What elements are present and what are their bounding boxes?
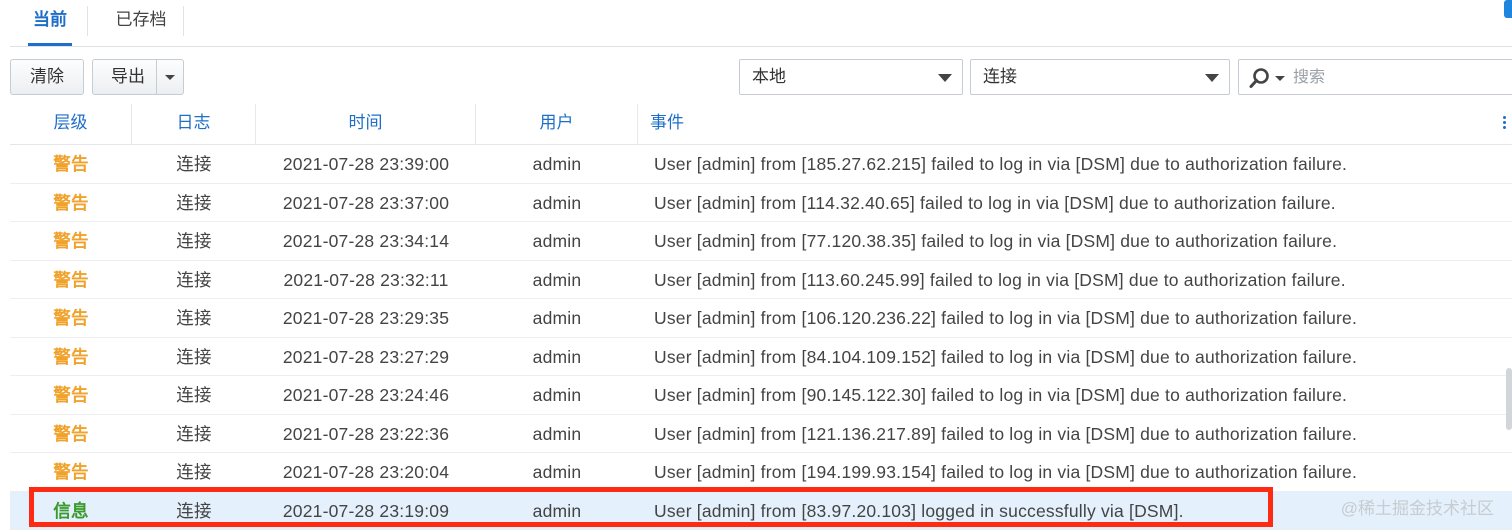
column-header-event[interactable]: 事件 bbox=[638, 104, 1512, 144]
watermark-text: @稀土掘金技术社区 bbox=[1340, 499, 1494, 518]
log-cell: 连接 bbox=[176, 346, 212, 367]
log-cell: 连接 bbox=[176, 462, 212, 482]
location-select[interactable]: 本地 bbox=[739, 59, 963, 95]
user-cell: admin bbox=[532, 385, 582, 405]
log-cell: 连接 bbox=[176, 500, 212, 521]
time-cell: 2021-07-28 23:39:00 bbox=[282, 154, 450, 174]
time-cell: 2021-07-28 23:20:04 bbox=[282, 462, 450, 482]
user-cell: admin bbox=[532, 269, 582, 290]
log-cell: 连接 bbox=[176, 231, 212, 251]
user-cell: admin bbox=[532, 500, 582, 521]
level-cell: 警告 bbox=[53, 269, 89, 290]
user-cell: admin bbox=[532, 154, 582, 174]
level-cell: 警告 bbox=[53, 231, 89, 251]
log-cell: 连接 bbox=[176, 308, 212, 328]
time-cell: 2021-07-28 23:34:14 bbox=[282, 231, 450, 251]
time-cell: 2021-07-28 23:22:36 bbox=[282, 423, 450, 444]
table-row[interactable]: 警告 连接 2021-07-28 23:20:04 admin User [admin]… bbox=[10, 453, 1512, 492]
log-type-select[interactable]: 连接 bbox=[970, 59, 1230, 95]
time-cell: 2021-07-28 23:19:09 bbox=[282, 500, 450, 521]
event-cell: User [admin] from [84.104.109.152] faile… bbox=[654, 346, 1358, 367]
table-row[interactable]: 警告 连接 2021-07-28 23:32:11 admin User [admin]… bbox=[10, 261, 1512, 299]
clear-button[interactable]: 清除 bbox=[10, 59, 84, 95]
log-cell: 连接 bbox=[176, 192, 212, 213]
user-cell: admin bbox=[532, 423, 582, 444]
level-cell: 警告 bbox=[53, 192, 89, 213]
event-cell: User [admin] from [194.199.93.154] faile… bbox=[654, 462, 1358, 482]
user-cell: admin bbox=[532, 192, 582, 213]
tab-current[interactable]: 当前 bbox=[18, 0, 82, 46]
time-cell: 2021-07-28 23:29:35 bbox=[282, 308, 450, 328]
time-cell: 2021-07-28 23:37:00 bbox=[282, 192, 450, 213]
user-cell: admin bbox=[532, 308, 582, 328]
time-cell: 2021-07-28 23:27:29 bbox=[282, 346, 450, 367]
search-input[interactable] bbox=[1291, 64, 1495, 92]
level-cell: 警告 bbox=[53, 462, 89, 482]
user-cell: admin bbox=[532, 346, 582, 367]
export-button[interactable]: 导出 bbox=[92, 59, 184, 95]
event-cell: User [admin] from [113.60.245.99] failed… bbox=[654, 269, 1346, 290]
tab-bar: 当前 已存档 bbox=[10, 0, 1512, 47]
column-header-level[interactable]: 层级 bbox=[10, 104, 132, 144]
search-box[interactable] bbox=[1238, 59, 1512, 95]
table-header: 层级 日志 时间 用户 事件 bbox=[10, 104, 1512, 145]
column-menu-icon[interactable] bbox=[1503, 116, 1506, 130]
corner-button[interactable] bbox=[1504, 0, 1512, 18]
user-cell: admin bbox=[532, 231, 582, 251]
tab-divider bbox=[183, 6, 184, 36]
export-button-label: 导出 bbox=[111, 67, 145, 86]
log-table-body: 警告 连接 2021-07-28 23:39:00 admin User [admin]… bbox=[10, 145, 1512, 530]
search-icon[interactable] bbox=[1249, 67, 1271, 89]
table-row[interactable]: 警告 连接 2021-07-28 23:24:46 admin User [admin]… bbox=[10, 376, 1512, 415]
column-header-time[interactable]: 时间 bbox=[256, 104, 476, 144]
scrollbar-thumb[interactable] bbox=[1506, 368, 1512, 430]
table-row[interactable]: 警告 连接 2021-07-28 23:27:29 admin User [admin]… bbox=[10, 338, 1512, 376]
level-cell: 警告 bbox=[53, 346, 89, 367]
chevron-down-icon bbox=[1205, 74, 1219, 82]
table-row[interactable]: 警告 连接 2021-07-28 23:39:00 admin User [admin]… bbox=[10, 145, 1512, 184]
table-row[interactable]: 警告 连接 2021-07-28 23:34:14 admin User [admin]… bbox=[10, 222, 1512, 261]
location-select-value: 本地 bbox=[752, 67, 786, 86]
table-row[interactable]: 警告 连接 2021-07-28 23:37:00 admin User [admin]… bbox=[10, 184, 1512, 222]
chevron-down-icon bbox=[165, 75, 175, 80]
column-header-event-label: 事件 bbox=[650, 113, 684, 132]
time-cell: 2021-07-28 23:24:46 bbox=[282, 385, 450, 405]
log-type-select-value: 连接 bbox=[983, 67, 1017, 86]
event-cell: User [admin] from [90.145.122.30] failed… bbox=[654, 385, 1348, 405]
event-cell: User [admin] from [106.120.236.22] faile… bbox=[654, 308, 1358, 328]
event-cell: User [admin] from [185.27.62.215] failed… bbox=[654, 154, 1348, 174]
column-header-log[interactable]: 日志 bbox=[132, 104, 256, 144]
level-cell: 警告 bbox=[53, 154, 89, 174]
tab-archived[interactable]: 已存档 bbox=[100, 0, 182, 44]
search-options-chevron-icon[interactable] bbox=[1275, 76, 1285, 81]
event-cell: User [admin] from [121.136.217.89] faile… bbox=[654, 423, 1358, 444]
event-cell: User [admin] from [114.32.40.65] failed … bbox=[654, 192, 1336, 213]
time-cell: 2021-07-28 23:32:11 bbox=[283, 269, 449, 290]
tab-divider bbox=[87, 6, 88, 36]
level-cell: 警告 bbox=[53, 385, 89, 405]
column-header-user[interactable]: 用户 bbox=[476, 104, 638, 144]
table-row[interactable]: 警告 连接 2021-07-28 23:22:36 admin User [admin]… bbox=[10, 415, 1512, 453]
table-row[interactable]: 信息 连接 2021-07-28 23:19:09 admin User [admin]… bbox=[10, 491, 1512, 530]
level-cell: 警告 bbox=[53, 423, 89, 444]
table-row[interactable]: 警告 连接 2021-07-28 23:29:35 admin User [admin]… bbox=[10, 299, 1512, 338]
log-cell: 连接 bbox=[176, 423, 212, 444]
log-cell: 连接 bbox=[176, 385, 212, 405]
chevron-down-icon bbox=[938, 74, 952, 82]
level-cell: 警告 bbox=[53, 308, 89, 328]
user-cell: admin bbox=[532, 462, 582, 482]
export-dropdown-toggle[interactable] bbox=[156, 60, 183, 94]
log-cell: 连接 bbox=[176, 154, 212, 174]
level-cell: 信息 bbox=[53, 500, 89, 521]
event-cell: User [admin] from [77.120.38.35] failed … bbox=[654, 231, 1338, 251]
log-cell: 连接 bbox=[176, 269, 212, 290]
event-cell: User [admin] from [83.97.20.103] logged … bbox=[654, 500, 1184, 521]
